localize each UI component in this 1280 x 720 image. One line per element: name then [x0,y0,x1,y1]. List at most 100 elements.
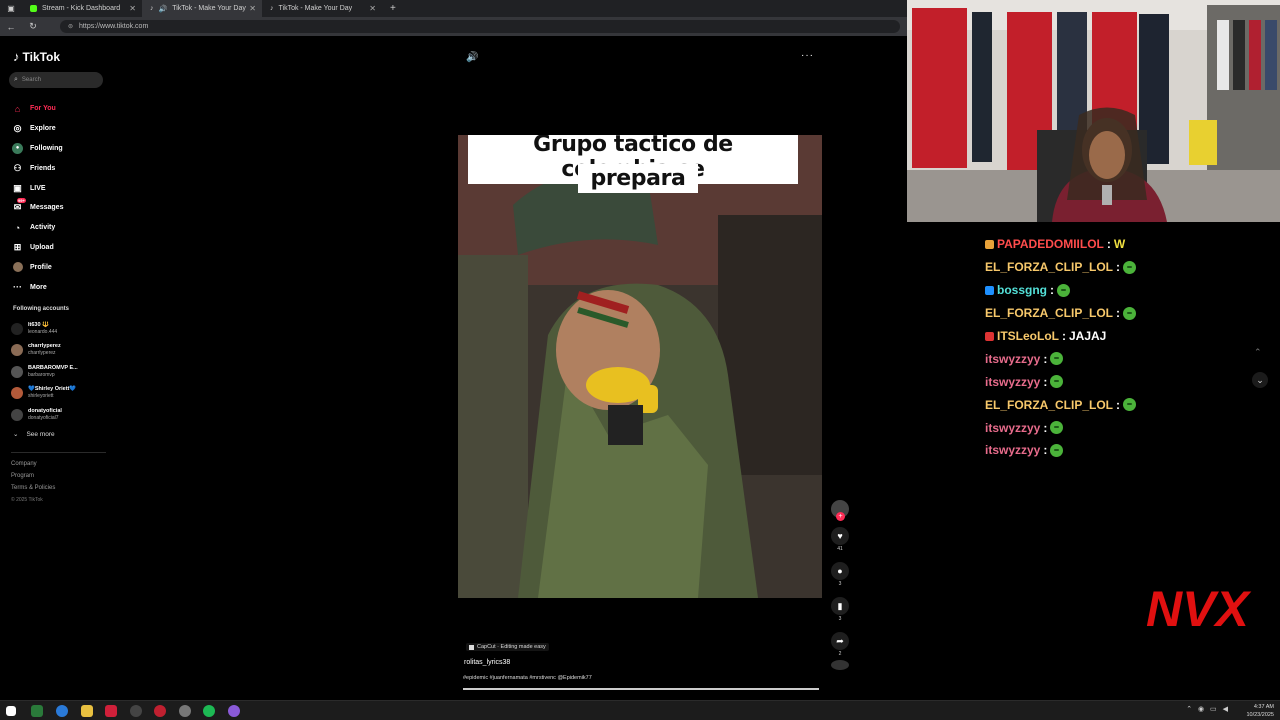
tab-close-icon[interactable]: ✕ [369,4,376,13]
tab-tiktok-1[interactable]: ♪ 🔊 TikTok - Make Your Day ✕ [142,0,262,17]
chat-username[interactable]: EL_FORZA_CLIP_LOL [985,260,1113,274]
avatar [11,365,23,378]
following-accounts-title: Following accounts [13,306,70,312]
nav-following[interactable]: ● Following [12,139,108,159]
tab-close-icon[interactable]: ✕ [129,4,136,13]
bookmark-icon[interactable]: ▮ [831,597,849,615]
avatar [11,322,23,335]
url-field[interactable]: ⊜ https://www.tiktok.com [60,20,900,33]
address-bar-row: ← ↻ ⊜ https://www.tiktok.com [0,17,907,36]
divider [11,452,106,453]
reload-icon[interactable]: ↻ [22,21,44,32]
spotify-icon[interactable] [203,705,215,717]
scroll-down-button[interactable]: ⌄ [1252,372,1268,388]
nav-for-you[interactable]: ⌂ For You [12,99,108,119]
capcut-label: CapCut · Editing made easy [477,644,546,650]
profile-icon [12,262,23,273]
app-purple-icon[interactable] [228,705,240,717]
bookmark-action[interactable]: ▮ 3 [829,597,851,623]
chrome-icon[interactable] [56,705,68,717]
chat-username[interactable]: EL_FORZA_CLIP_LOL [985,306,1113,320]
terminal-icon[interactable] [31,705,43,717]
more-options-icon[interactable]: ··· [801,50,814,61]
search-input[interactable]: ⌕ Search [9,72,103,88]
video-player[interactable]: Grupo tactico de colombia se prepara [458,135,822,598]
comment-icon[interactable]: ● [831,562,849,580]
kick-emote-icon [1123,306,1137,320]
clock-time: 4:37 AM [1253,704,1274,710]
file-explorer-icon[interactable] [81,705,93,717]
video-progress-bar[interactable] [463,688,819,690]
chat-username[interactable]: EL_FORZA_CLIP_LOL [985,398,1113,412]
kick-emote-icon [1123,398,1137,412]
nav-activity[interactable]: ◔ Activity [12,218,108,238]
taskbar-clock[interactable]: 4:37 AM 10/23/2025 [1246,703,1274,719]
chat-message: EL_FORZA_CLIP_LOL : [985,302,1245,325]
nav-friends[interactable]: ⚇ Friends [12,158,108,178]
nav-more[interactable]: ··· More [12,277,108,297]
tiktok-note-icon: ♪ [13,49,20,64]
chat-username[interactable]: PAPADEDOMIILOL [997,237,1104,251]
new-tab-button[interactable]: + [390,3,396,14]
messages-badge: 99+ [17,198,26,204]
nav-messages[interactable]: ✉ 99+ Messages [12,198,108,218]
see-more-button[interactable]: ⌄ See more [13,430,55,439]
share-action[interactable]: ➦ 2 [829,632,851,658]
chat-username[interactable]: itswyzzyy [985,421,1040,435]
chat-separator: : [1106,237,1111,252]
list-item[interactable]: lt630 🔱 leonardo.444 [11,318,106,340]
tiktok-logo[interactable]: ♪ TikTok [13,49,60,64]
account-name: charrlyperez [28,343,61,350]
video-hashtags[interactable]: #epidemic #juanfernamata #mrstivenc @Epi… [463,675,592,681]
list-item[interactable]: BARBAROMVP E... barbaromvp [11,361,106,383]
tab-tiktok-2[interactable]: ♪ TikTok - Make Your Day ✕ [262,0,382,17]
app-red-icon[interactable] [105,705,117,717]
footer-program-link[interactable]: Program [11,470,55,482]
chat-username[interactable]: bossgng [997,283,1047,297]
system-tray-icons[interactable]: ⌃ ◉ ▭ ◀ [1186,705,1230,713]
chevron-up-icon[interactable]: ⌃ [1254,347,1262,358]
list-item[interactable]: charrlyperez charrlyperez [11,340,106,362]
nav-live[interactable]: ▣ LIVE [12,178,108,198]
list-item[interactable]: donatyoficial donatyoficial7 [11,404,106,426]
video-author[interactable]: rolitas_lyrics38 [464,659,510,666]
chat-username[interactable]: itswyzzyy [985,443,1040,457]
chat-separator: : [1050,283,1054,298]
tab-close-icon[interactable]: ✕ [249,4,256,13]
heart-icon[interactable]: ♥ [831,527,849,545]
follow-plus-icon[interactable]: + [836,512,845,521]
chat-username[interactable]: itswyzzyy [985,375,1040,389]
footer-terms-link[interactable]: Terms & Policies [11,482,55,494]
list-item[interactable]: 💙Shirley Oriett💙 shirleyoriett [11,383,106,405]
comment-count: 3 [838,581,842,587]
chat-username[interactable]: itswyzzyy [985,352,1040,366]
nav-profile[interactable]: Profile [12,257,108,277]
nav-upload[interactable]: ⊞ Upload [12,238,108,258]
account-handle: charrlyperez [28,350,56,357]
site-info-icon[interactable]: ⊜ [68,23,73,30]
capcut-tag[interactable]: CapCut · Editing made easy [466,643,549,651]
kick-emote-icon [1057,283,1070,297]
nav-label: Activity [30,224,56,232]
following-accounts-list: lt630 🔱 leonardo.444 charrlyperez charrlyp… [11,318,106,426]
chat-separator: : [1043,443,1048,458]
back-arrow-icon[interactable]: ← [0,22,22,32]
obs-icon[interactable] [130,705,142,717]
windows-start-icon[interactable] [6,706,16,716]
webcam-feed [907,0,1280,222]
nav-explore[interactable]: ◎ Explore [12,119,108,139]
speaker-icon[interactable]: 🔊 [159,5,168,13]
music-disc-icon[interactable] [831,660,849,670]
tab-search-icon[interactable]: ▣ [0,0,22,17]
comment-action[interactable]: ● 3 [829,562,851,588]
footer-company-link[interactable]: Company [11,458,55,470]
app-red-circle-icon[interactable] [154,705,166,717]
volume-icon[interactable]: 🔊 [466,52,478,63]
like-action[interactable]: ♥ 41 [829,527,851,553]
creator-avatar[interactable]: + [831,500,849,521]
chat-separator: : [1043,420,1048,435]
share-icon[interactable]: ➦ [831,632,849,650]
app-grey-icon[interactable] [179,705,191,717]
chat-username[interactable]: ITSLeoLoL [997,329,1059,343]
tab-kick-dashboard[interactable]: Stream - Kick Dashboard ✕ [22,0,142,17]
